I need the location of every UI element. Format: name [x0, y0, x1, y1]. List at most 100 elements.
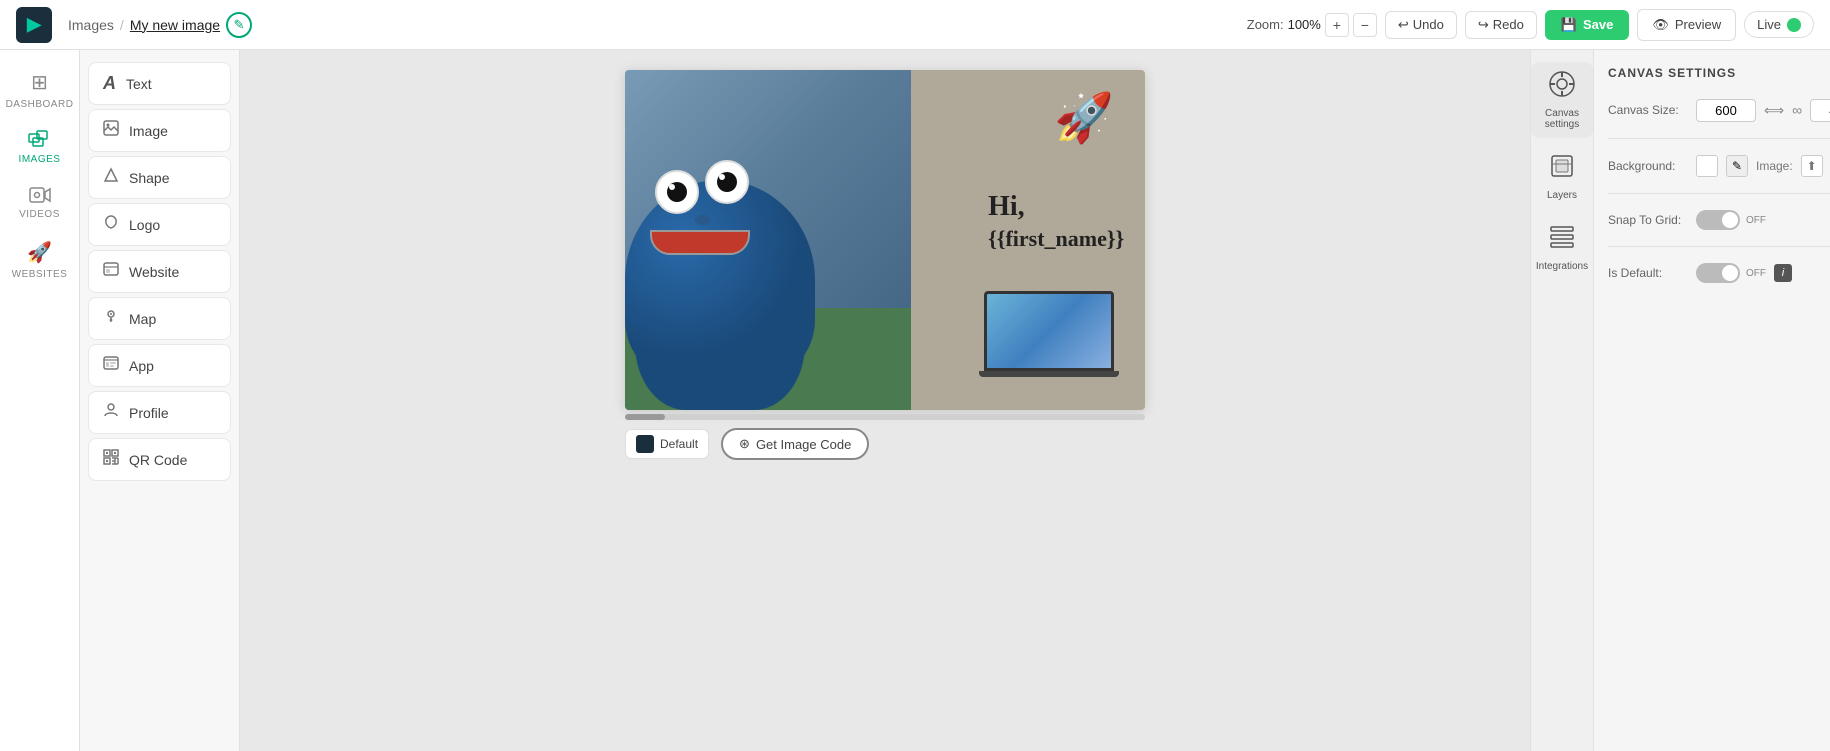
sidenav-label-dashboard: Dashboard	[6, 99, 74, 110]
profile-tool-label: Profile	[129, 405, 169, 421]
shape-tool-label: Shape	[129, 170, 169, 186]
logo-tool-icon	[103, 214, 119, 235]
save-button[interactable]: 💾 Save	[1545, 10, 1630, 40]
resize-arrows-icon: ⟺	[1764, 102, 1784, 119]
snap-to-grid-row: Snap To Grid: OFF	[1608, 210, 1830, 230]
tool-logo[interactable]: Logo	[88, 203, 231, 246]
default-variant-icon	[636, 435, 654, 453]
tool-shape[interactable]: Shape	[88, 156, 231, 199]
sidenav-label-images: Images	[19, 154, 61, 165]
right-panel: Canvas settings Layers	[1530, 50, 1830, 751]
background-edit-button[interactable]: ✎	[1726, 155, 1748, 177]
canvas-settings-title: CANVAS SETTINGS	[1608, 66, 1830, 80]
scrollbar-thumb	[625, 414, 665, 420]
sidenav-item-dashboard[interactable]: ⊞ Dashboard	[5, 62, 75, 118]
image-tool-label: Image	[129, 123, 168, 139]
canvas-height-input[interactable]	[1810, 99, 1830, 122]
settings-divider-3	[1608, 246, 1830, 247]
right-settings-panel: CANVAS SETTINGS Canvas Size: ⟺ ∞ ▲ ▼ Bac…	[1594, 50, 1830, 751]
profile-tool-icon	[103, 402, 119, 423]
tool-qrcode[interactable]: QR Code	[88, 438, 231, 481]
canvas-horizontal-scrollbar[interactable]	[625, 414, 1145, 420]
undo-button[interactable]: ↩ Undo	[1385, 11, 1457, 39]
topbar: ▶ Images / My new image ✎ Zoom: 100% + −…	[0, 0, 1830, 50]
breadcrumb-parent[interactable]: Images	[68, 17, 114, 33]
tool-image[interactable]: Image	[88, 109, 231, 152]
preview-button[interactable]: 👁 Preview	[1637, 9, 1736, 41]
canvas-character-area	[625, 70, 895, 410]
zoom-value: 100%	[1288, 17, 1321, 32]
breadcrumb: Images / My new image ✎	[68, 12, 1239, 38]
shape-tool-icon	[103, 167, 119, 188]
is-default-toggle-wrap: OFF	[1696, 263, 1766, 283]
right-icon-canvas-settings[interactable]: Canvas settings	[1531, 62, 1593, 138]
sidenav-item-images[interactable]: Images	[5, 122, 75, 173]
map-tool-icon	[103, 308, 119, 329]
redo-button[interactable]: ↪ Redo	[1465, 11, 1537, 39]
get-image-code-button[interactable]: ⊛ Get Image Code	[721, 428, 869, 460]
is-default-row: Is Default: OFF i	[1608, 263, 1830, 283]
snap-toggle-label: OFF	[1746, 215, 1766, 226]
layers-icon	[1548, 152, 1576, 186]
sidenav-label-videos: Videos	[19, 209, 60, 220]
link-icon: ∞	[1792, 102, 1802, 118]
canvas-text-line1: Hi,	[988, 189, 1124, 225]
background-color-picker[interactable]	[1696, 155, 1718, 177]
tool-map[interactable]: Map	[88, 297, 231, 340]
default-variant-button[interactable]: Default	[625, 429, 709, 459]
laptop-base	[979, 371, 1119, 377]
sidenav-item-websites[interactable]: 🚀 Websites	[5, 232, 75, 288]
right-icon-integrations[interactable]: Integrations	[1531, 215, 1593, 280]
zoom-out-button[interactable]: −	[1353, 13, 1377, 37]
logo-tool-label: Logo	[129, 217, 160, 233]
background-image-upload[interactable]: ⬆	[1801, 155, 1823, 177]
canvas-settings-icon	[1548, 70, 1576, 104]
layers-label: Layers	[1547, 190, 1577, 201]
toggle-knob-2	[1722, 265, 1738, 281]
canvas-size-label: Canvas Size:	[1608, 103, 1688, 117]
get-code-icon: ⊛	[739, 436, 750, 452]
is-default-label: Is Default:	[1608, 266, 1688, 280]
app-tool-icon	[103, 355, 119, 376]
zoom-section: Zoom: 100% + −	[1247, 13, 1377, 37]
zoom-in-button[interactable]: +	[1325, 13, 1349, 37]
save-icon: 💾	[1561, 17, 1577, 33]
is-default-info-icon: i	[1774, 264, 1792, 282]
right-icon-layers[interactable]: Layers	[1531, 144, 1593, 209]
tool-website[interactable]: Website	[88, 250, 231, 293]
canvas-text-overlay: Hi, {{first_name}}	[988, 189, 1124, 254]
videos-icon	[29, 185, 51, 205]
is-default-toggle[interactable]	[1696, 263, 1740, 283]
tool-text[interactable]: A Text	[88, 62, 231, 105]
live-button[interactable]: Live	[1744, 11, 1814, 38]
sidenav-item-videos[interactable]: Videos	[5, 177, 75, 228]
canvas-width-input[interactable]	[1696, 99, 1756, 122]
canvas-rocket: 🚀	[1054, 87, 1114, 147]
settings-divider-1	[1608, 138, 1830, 139]
image-tool-icon	[103, 120, 119, 141]
snap-to-grid-toggle[interactable]	[1696, 210, 1740, 230]
main-layout: ⊞ Dashboard Images Videos	[0, 50, 1830, 751]
canvas-bottom-bar: Default ⊛ Get Image Code	[625, 428, 1145, 460]
get-code-label: Get Image Code	[756, 437, 851, 452]
laptop-screen	[984, 291, 1114, 371]
right-icons-column: Canvas settings Layers	[1531, 50, 1594, 751]
app-tool-label: App	[129, 358, 154, 374]
website-tool-label: Website	[129, 264, 179, 280]
tool-app[interactable]: App	[88, 344, 231, 387]
websites-icon: 🚀	[27, 240, 52, 265]
breadcrumb-current[interactable]: My new image	[130, 17, 220, 33]
canvas[interactable]: Hi, {{first_name}} 🚀	[625, 70, 1145, 410]
dashboard-icon: ⊞	[31, 70, 48, 95]
canvas-area[interactable]: Hi, {{first_name}} 🚀	[240, 50, 1530, 751]
background-row: Background: ✎ Image: ⬆	[1608, 155, 1830, 177]
cookie-monster	[625, 150, 815, 410]
background-label: Background:	[1608, 159, 1688, 173]
settings-divider-2	[1608, 193, 1830, 194]
canvas-wrapper: Hi, {{first_name}} 🚀	[625, 70, 1145, 460]
map-tool-label: Map	[129, 311, 156, 327]
preview-icon: 👁	[1652, 17, 1669, 33]
tool-profile[interactable]: Profile	[88, 391, 231, 434]
undo-icon: ↩	[1398, 17, 1409, 33]
edit-name-button[interactable]: ✎	[226, 12, 252, 38]
